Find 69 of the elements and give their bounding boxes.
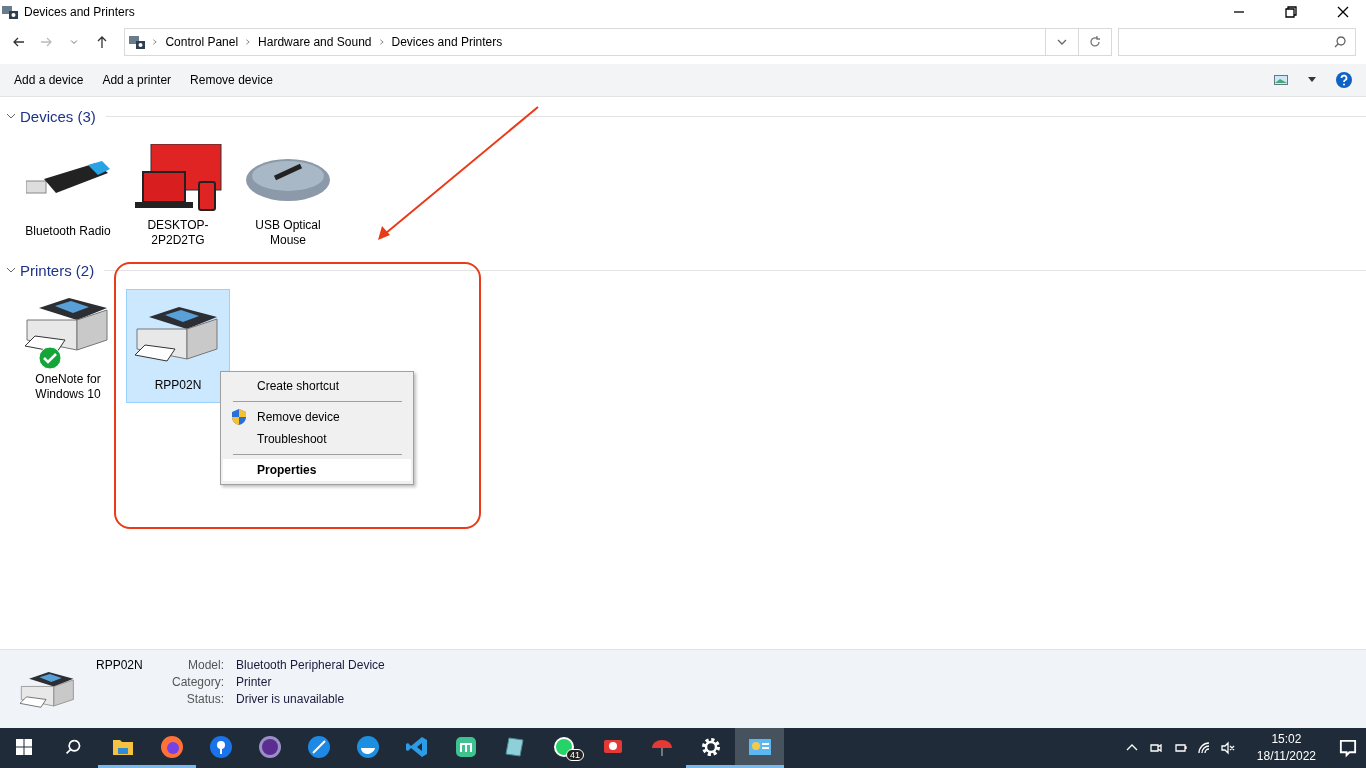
search-field[interactable] [1118, 28, 1357, 56]
detail-label: Model: [187, 658, 225, 672]
menu-item[interactable]: Troubleshoot [223, 428, 411, 450]
detail-label: Category: [172, 675, 225, 689]
search-icon [1333, 35, 1348, 49]
taskbar-app[interactable]: 41 [539, 728, 588, 768]
detail-label: Status: [185, 692, 225, 706]
chevron-down-icon [69, 37, 79, 47]
wifi-icon [1196, 741, 1211, 755]
orb-icon [257, 734, 282, 759]
book-icon [502, 734, 527, 759]
notification-badge: 41 [566, 749, 584, 761]
refresh-icon [1088, 35, 1103, 49]
device-label: Bluetooth Radio [24, 224, 112, 239]
chevron-right-icon [151, 38, 160, 46]
chevron-down-icon[interactable] [6, 112, 16, 120]
dropdown-caret-icon[interactable] [1307, 77, 1317, 83]
close-icon [1336, 5, 1350, 19]
printer-icon [20, 672, 76, 710]
device-item[interactable]: OneNote for Windows 10 [16, 289, 120, 403]
breadcrumb[interactable]: Hardware and Sound [258, 35, 372, 49]
control-panel-icon [129, 35, 146, 49]
breadcrumb[interactable]: Devices and Printers [391, 35, 503, 49]
window-title: Devices and Printers [24, 5, 136, 19]
clock[interactable]: 15:02 18/11/2022 [1256, 731, 1316, 765]
globe-icon [159, 734, 184, 759]
back-arrow-icon [11, 35, 26, 49]
chevron-right-icon [244, 38, 253, 46]
mouse-icon [245, 156, 331, 202]
chevron-right-icon [377, 38, 386, 46]
printer-icon [135, 307, 221, 365]
menu-item[interactable]: Remove device [223, 406, 411, 428]
breadcrumb[interactable]: Control Panel [165, 35, 239, 49]
computer-icon [133, 144, 223, 214]
windows-logo-icon [16, 738, 32, 755]
view-icon[interactable] [1274, 74, 1288, 86]
group-header[interactable]: Devices (3) [20, 107, 96, 125]
device-label: DESKTOP-2P2D2TG [146, 218, 210, 248]
detail-value: Bluetooth Peripheral Device [236, 658, 385, 672]
device-label: RPP02N [153, 378, 203, 393]
chevron-down-icon[interactable] [6, 266, 16, 274]
device-item[interactable]: RPP02N [126, 289, 230, 403]
device-item[interactable]: Bluetooth Radio [16, 135, 120, 249]
time-text: 15:02 [1271, 731, 1302, 748]
command-button[interactable]: Remove device [190, 73, 273, 87]
address-bar[interactable]: Control Panel Hardware and Sound Devices and Printers [124, 28, 1113, 56]
detail-value: Driver is unavailable [236, 692, 346, 706]
pin-icon [208, 734, 233, 759]
device-label: USB Optical Mouse [254, 218, 322, 248]
battery-icon [1172, 741, 1187, 755]
camera-icon [1148, 741, 1163, 755]
detail-value: Printer [236, 675, 273, 689]
menu-item[interactable]: Properties [223, 459, 411, 481]
device-item[interactable]: DESKTOP-2P2D2TG [126, 135, 230, 249]
notification-icon [1338, 738, 1358, 758]
muted-speaker-icon [1220, 741, 1235, 755]
command-button[interactable]: Add a device [14, 73, 84, 87]
device-name: RPP02N [96, 658, 144, 674]
date-text: 18/11/2022 [1256, 748, 1316, 765]
restore-icon [1284, 5, 1298, 19]
app-icon [453, 734, 478, 759]
device-label: OneNote for Windows 10 [34, 372, 102, 402]
code-icon [404, 734, 429, 759]
help-icon[interactable] [1336, 72, 1352, 88]
command-button[interactable]: Add a printer [102, 73, 172, 87]
search-icon [64, 737, 82, 756]
forward-arrow-icon [39, 35, 54, 49]
device-item[interactable]: USB Optical Mouse [236, 135, 340, 249]
group-header[interactable]: Printers (2) [20, 261, 95, 279]
